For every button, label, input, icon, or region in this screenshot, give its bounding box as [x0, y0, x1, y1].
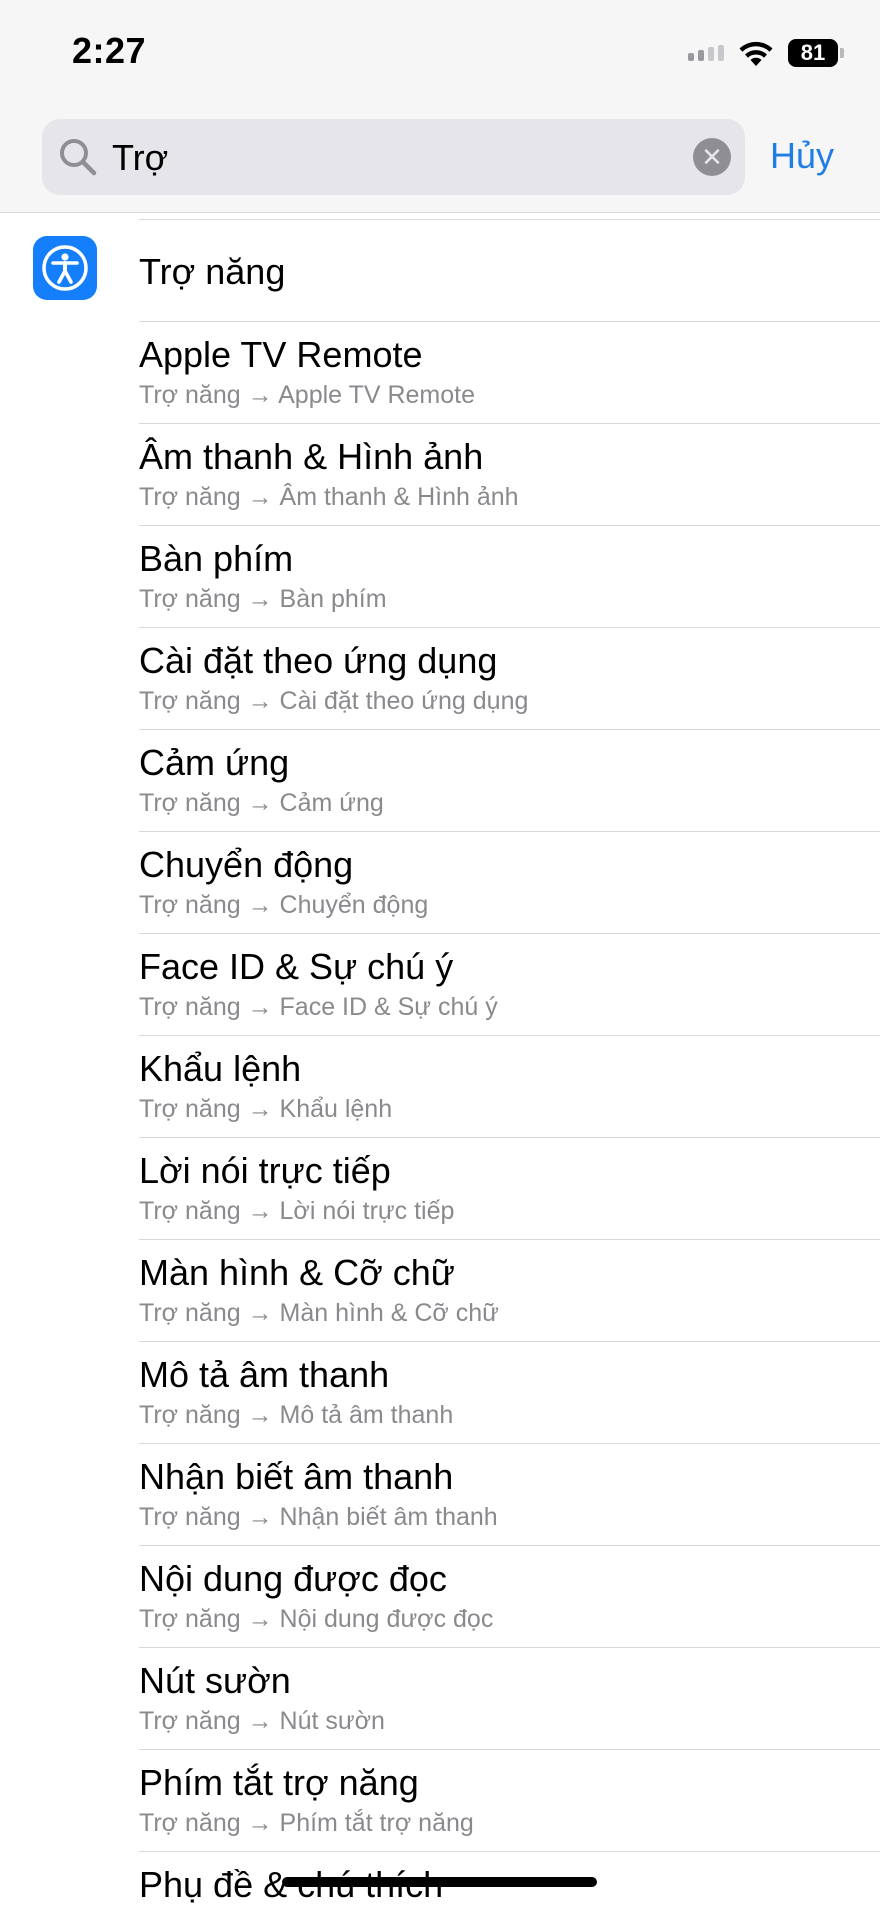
- wifi-icon: [738, 39, 774, 67]
- result-item[interactable]: Nhận biết âm thanh Trợ năng → Nhận biết â…: [0, 1444, 880, 1546]
- home-indicator[interactable]: [282, 1877, 597, 1887]
- result-title: Mô tả âm thanh: [139, 1354, 390, 1395]
- result-title: Nút sườn: [139, 1660, 291, 1701]
- result-path: Trợ năng → Lời nói trực tiếp: [139, 1197, 455, 1225]
- status-indicators: 81: [688, 36, 844, 70]
- result-item[interactable]: Khẩu lệnh Trợ năng → Khẩu lệnh: [0, 1036, 880, 1138]
- clear-icon[interactable]: ✕: [693, 138, 731, 176]
- cellular-signal-icon: [688, 45, 724, 61]
- result-path: Trợ năng → Bàn phím: [139, 585, 387, 613]
- result-item[interactable]: Cài đặt theo ứng dụng Trợ năng → Cài đặt …: [0, 628, 880, 730]
- result-title: Chuyển động: [139, 844, 354, 885]
- result-title: Nhận biết âm thanh: [139, 1456, 454, 1497]
- result-item[interactable]: Mô tả âm thanh Trợ năng → Mô tả âm thanh: [0, 1342, 880, 1444]
- result-item[interactable]: Nút sườn Trợ năng → Nút sườn: [0, 1648, 880, 1750]
- result-title: Âm thanh & Hình ảnh: [139, 436, 484, 477]
- result-path: Trợ năng → Âm thanh & Hình ảnh: [139, 483, 519, 511]
- result-item[interactable]: Nội dung được đọc Trợ năng → Nội dung đượ…: [0, 1546, 880, 1648]
- battery-icon: 81: [788, 39, 844, 67]
- result-path: Trợ năng → Apple TV Remote: [139, 381, 475, 409]
- result-item[interactable]: Màn hình & Cỡ chữ Trợ năng → Màn hình & C…: [0, 1240, 880, 1342]
- result-path: Trợ năng → Phím tắt trợ năng: [139, 1809, 474, 1837]
- result-item[interactable]: Apple TV Remote Trợ năng → Apple TV Remot…: [0, 322, 880, 424]
- result-title: Nội dung được đọc: [139, 1558, 447, 1599]
- result-item-tro-nang[interactable]: Trợ năng: [0, 220, 880, 322]
- settings-search-screen: 2:27 81 Trợ ✕ Hủy Trợ năng Apple TV Remo…: [0, 0, 880, 1905]
- result-item[interactable]: Chuyển động Trợ năng → Chuyển động: [0, 832, 880, 934]
- result-item[interactable]: Phím tắt trợ năng Trợ năng → Phím tắt trợ…: [0, 1750, 880, 1852]
- result-path: Trợ năng → Chuyển động: [139, 891, 429, 919]
- cancel-button[interactable]: Hủy: [770, 134, 834, 178]
- result-item[interactable]: Cảm ứng Trợ năng → Cảm ứng: [0, 730, 880, 832]
- result-path: Trợ năng → Màn hình & Cỡ chữ: [139, 1299, 499, 1327]
- result-title: Trợ năng: [139, 251, 286, 292]
- result-path: Trợ năng → Cảm ứng: [139, 789, 384, 817]
- result-title: Khẩu lệnh: [139, 1048, 302, 1089]
- result-path: Trợ năng → Nút sườn: [139, 1707, 385, 1735]
- result-item[interactable]: Âm thanh & Hình ảnh Trợ năng → Âm thanh &…: [0, 424, 880, 526]
- result-path: Trợ năng → Khẩu lệnh: [139, 1095, 393, 1123]
- result-path: Trợ năng → Cài đặt theo ứng dụng: [139, 687, 529, 715]
- result-title: Cài đặt theo ứng dụng: [139, 640, 498, 681]
- result-path: Trợ năng → Nhận biết âm thanh: [139, 1503, 498, 1531]
- result-title: Lời nói trực tiếp: [139, 1150, 391, 1191]
- search-icon: [58, 137, 98, 177]
- result-path: Trợ năng → Face ID & Sự chú ý: [139, 993, 498, 1021]
- result-path: Trợ năng → Mô tả âm thanh: [139, 1401, 454, 1429]
- result-item[interactable]: Lời nói trực tiếp Trợ năng → Lời nói trực…: [0, 1138, 880, 1240]
- search-input[interactable]: Trợ: [112, 138, 168, 178]
- status-time: 2:27: [72, 30, 147, 71]
- header-area: 2:27 81 Trợ ✕ Hủy: [0, 0, 880, 213]
- result-title: Màn hình & Cỡ chữ: [139, 1252, 455, 1293]
- result-item[interactable]: Face ID & Sự chú ý Trợ năng → Face ID & S…: [0, 934, 880, 1036]
- search-field[interactable]: Trợ ✕: [42, 119, 745, 195]
- result-path: Trợ năng → Nội dung được đọc: [139, 1605, 494, 1633]
- battery-level: 81: [788, 39, 838, 67]
- result-title: Apple TV Remote: [139, 334, 423, 375]
- result-item[interactable]: Bàn phím Trợ năng → Bàn phím: [0, 526, 880, 628]
- result-title: Cảm ứng: [139, 742, 290, 783]
- result-title: Face ID & Sự chú ý: [139, 946, 454, 987]
- result-title: Phím tắt trợ năng: [139, 1762, 419, 1803]
- result-title: Bàn phím: [139, 538, 294, 579]
